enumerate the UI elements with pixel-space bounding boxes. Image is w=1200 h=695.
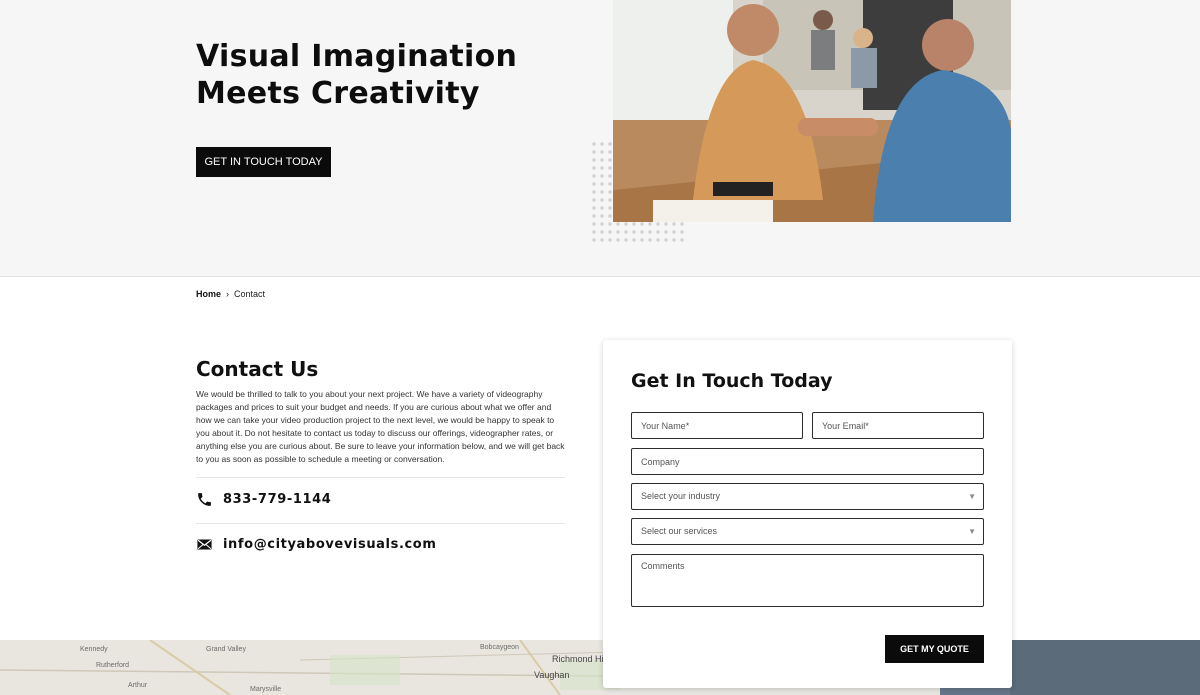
divider (196, 523, 565, 524)
hero-title: Visual Imagination Meets Creativity (196, 39, 518, 111)
breadcrumb-current: Contact (234, 289, 266, 299)
contact-title: Contact Us (196, 357, 319, 381)
quote-form-card: Get In Touch Today Select your industry … (603, 340, 1012, 688)
email-address[interactable]: info@cityabovevisuals.com (223, 537, 436, 552)
name-field[interactable] (631, 412, 803, 439)
location-map[interactable]: Kennedy Rutherford Grand Valley Richmond… (0, 640, 1200, 695)
map-label: Grand Valley (206, 646, 246, 653)
caret-down-icon: ▼ (968, 492, 976, 501)
phone-number[interactable]: 833-779-1144 (223, 492, 331, 507)
industry-select-label: Select your industry (641, 491, 721, 501)
breadcrumb-home-link[interactable]: Home (196, 289, 221, 299)
phone-icon (196, 491, 213, 508)
form-title: Get In Touch Today (631, 370, 833, 392)
breadcrumb: Home › Contact (196, 289, 265, 299)
caret-down-icon: ▼ (968, 527, 976, 536)
services-select-label: Select our services (641, 526, 718, 536)
envelope-icon (196, 536, 213, 553)
map-label: Richmond Hill (552, 654, 608, 664)
company-field[interactable] (631, 448, 984, 475)
map-label: Vaughan (534, 670, 570, 680)
comments-field[interactable] (631, 554, 984, 607)
phone-row[interactable]: 833-779-1144 (196, 491, 331, 508)
contact-description: We would be thrilled to talk to you abou… (196, 389, 565, 464)
hero-section: Visual Imagination Meets Creativity GET … (0, 0, 1200, 277)
map-label: Rutherford (96, 662, 130, 669)
industry-select[interactable]: Select your industry ▼ (631, 483, 984, 510)
handshake-meeting-photo (613, 0, 1011, 222)
get-in-touch-button[interactable]: GET IN TOUCH TODAY (196, 147, 331, 177)
map-label: Arthur (128, 682, 148, 689)
map-label: Marysville (250, 686, 282, 693)
email-row[interactable]: info@cityabovevisuals.com (196, 536, 436, 553)
breadcrumb-separator: › (226, 289, 230, 299)
divider (196, 477, 565, 478)
get-my-quote-button[interactable]: GET MY QUOTE (885, 635, 984, 663)
map-label: Kennedy (80, 646, 108, 653)
map-label: Bobcaygeon (480, 644, 519, 651)
services-select[interactable]: Select our services ▼ (631, 518, 984, 545)
email-field[interactable] (812, 412, 984, 439)
